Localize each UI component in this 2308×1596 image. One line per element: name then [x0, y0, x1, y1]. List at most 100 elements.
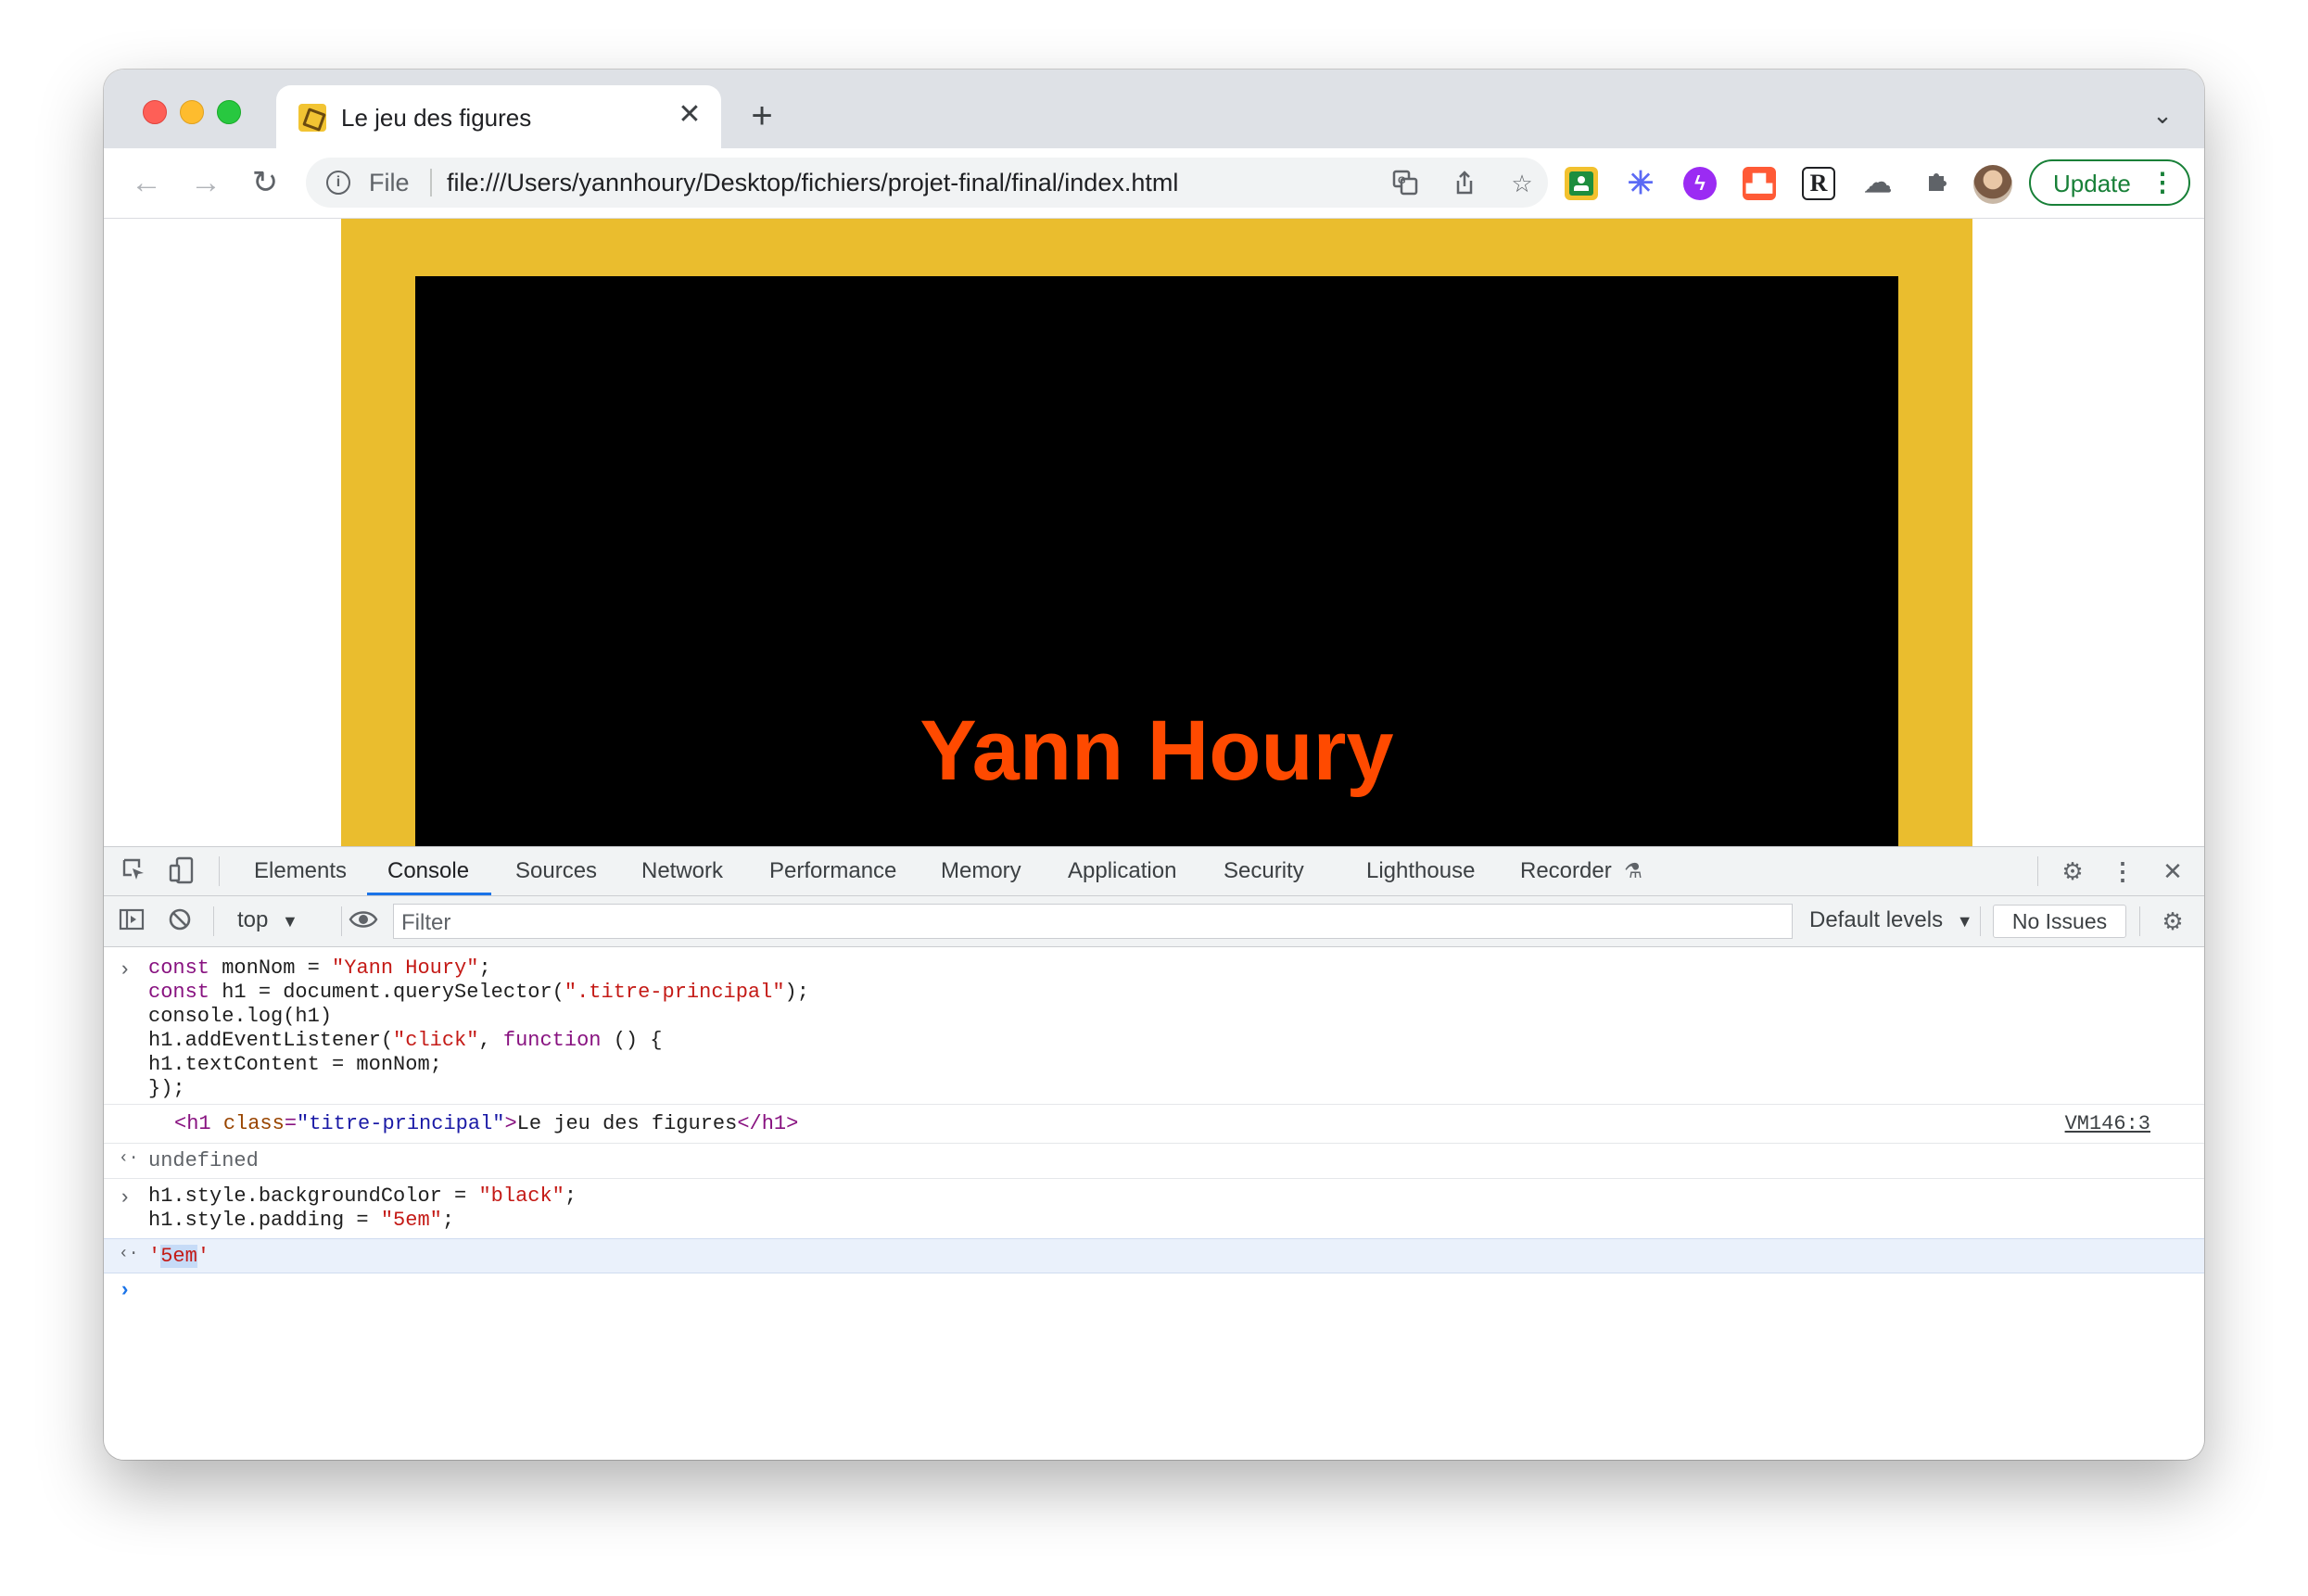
- dropdown-arrow-icon: ▼: [282, 912, 298, 931]
- browser-window: Le jeu des figures ✕ + ⌄ ← → ↻ i File fi…: [104, 70, 2204, 1460]
- inspect-element-icon[interactable]: [119, 856, 148, 886]
- console-log-entry[interactable]: <h1 class="titre-principal">Le jeu des f…: [104, 1105, 2204, 1144]
- tab-title: Le jeu des figures: [341, 104, 532, 132]
- star-icon[interactable]: ☆: [1507, 169, 1537, 198]
- page-viewport: Yann Houry: [104, 219, 2204, 846]
- code-line: console.log(h1): [148, 1005, 333, 1028]
- toolbar-divider: [219, 856, 220, 886]
- chevron-right-icon: ›: [119, 958, 132, 982]
- tab-application[interactable]: Application: [1068, 847, 1176, 895]
- update-label: Update: [2053, 170, 2131, 197]
- title-panel[interactable]: Yann Houry: [415, 276, 1898, 846]
- lightning-extension-icon[interactable]: ϟ: [1683, 167, 1717, 200]
- log-levels-dropdown[interactable]: Default levels ▼: [1809, 907, 1973, 933]
- close-window-button[interactable]: [143, 100, 167, 124]
- filter-input[interactable]: Filter: [393, 904, 1793, 939]
- issues-button[interactable]: No Issues: [1993, 905, 2126, 938]
- browser-toolbar: ← → ↻ i File file:///Users/yannhoury/Des…: [104, 148, 2204, 219]
- chevron-right-icon: ›: [119, 1279, 132, 1302]
- page-frame: Yann Houry: [341, 219, 1972, 846]
- reload-icon[interactable]: ↻: [245, 162, 285, 203]
- tab-console[interactable]: Console: [387, 847, 469, 895]
- gear-icon[interactable]: ⚙: [2058, 856, 2087, 886]
- more-vertical-icon[interactable]: ⋮: [2149, 167, 2175, 198]
- toolbar-divider: [2037, 856, 2038, 886]
- source-link[interactable]: VM146:3: [2065, 1112, 2150, 1135]
- code-line: h1.style.backgroundColor = "black";: [148, 1184, 577, 1208]
- console-result-entry[interactable]: ‹· '5em': [104, 1238, 2204, 1273]
- puzzle-icon[interactable]: [1921, 167, 1954, 200]
- info-icon[interactable]: i: [326, 171, 350, 195]
- browser-tab[interactable]: Le jeu des figures ✕: [276, 85, 721, 148]
- update-button[interactable]: Update ⋮: [2029, 159, 2190, 206]
- tab-performance[interactable]: Performance: [769, 847, 896, 895]
- svg-text:G: G: [1398, 175, 1406, 186]
- code-line: });: [148, 1077, 185, 1100]
- code-line: h1.textContent = monNom;: [148, 1053, 442, 1076]
- console-input-entry[interactable]: › h1.style.backgroundColor = "black"; h1…: [104, 1179, 2204, 1238]
- console-input-entry[interactable]: › const monNom = "Yann Houry"; const h1 …: [104, 947, 2204, 1105]
- minimize-window-button[interactable]: [180, 100, 204, 124]
- factory-extension-icon[interactable]: ▟▙: [1743, 167, 1776, 200]
- back-arrow-icon[interactable]: ←: [126, 162, 167, 203]
- eye-icon[interactable]: [349, 906, 378, 936]
- tab-strip: Le jeu des figures ✕ + ⌄: [104, 70, 2204, 148]
- cloud-icon[interactable]: ☁: [1861, 167, 1895, 200]
- forward-arrow-icon[interactable]: →: [185, 162, 226, 203]
- r-extension-icon[interactable]: R: [1802, 167, 1835, 200]
- return-arrow-icon: ‹·: [119, 1149, 139, 1168]
- share-icon[interactable]: [1450, 169, 1479, 198]
- chevron-down-icon[interactable]: ⌄: [2149, 101, 2176, 129]
- context-label: top: [237, 907, 269, 932]
- close-icon[interactable]: ✕: [673, 98, 706, 132]
- result-text: undefined: [148, 1149, 259, 1172]
- code-line: const monNom = "Yann Houry";: [148, 956, 491, 980]
- dropdown-arrow-icon: ▼: [1956, 912, 1973, 931]
- console-result-entry: ‹· undefined: [104, 1144, 2204, 1179]
- return-arrow-icon: ‹·: [119, 1245, 139, 1263]
- maximize-window-button[interactable]: [217, 100, 241, 124]
- favicon-icon: [298, 104, 326, 132]
- omnibox-divider: [430, 169, 432, 196]
- devtools-panel: Elements Console Sources Network Perform…: [104, 846, 2204, 1460]
- url-text[interactable]: file:///Users/yannhoury/Desktop/fichiers…: [447, 169, 1178, 197]
- tab-sources[interactable]: Sources: [515, 847, 597, 895]
- console-settings-gear-icon[interactable]: ⚙: [2158, 906, 2188, 936]
- code-line: <h1 class="titre-principal">Le jeu des f…: [174, 1112, 799, 1135]
- toolbar-divider: [2139, 906, 2140, 936]
- tab-network[interactable]: Network: [641, 847, 723, 895]
- code-line: h1.style.padding = "5em";: [148, 1209, 455, 1232]
- asterisk-extension-icon[interactable]: ✳: [1624, 167, 1657, 200]
- tab-lighthouse[interactable]: Lighthouse: [1366, 847, 1475, 895]
- flask-icon: ⚗: [1624, 859, 1642, 882]
- console-output[interactable]: › const monNom = "Yann Houry"; const h1 …: [104, 947, 2204, 1460]
- avatar[interactable]: [1973, 165, 2012, 204]
- classroom-extension-icon[interactable]: [1565, 167, 1598, 200]
- devtools-tab-bar: Elements Console Sources Network Perform…: [104, 847, 2204, 896]
- toolbar-divider: [341, 906, 342, 936]
- console-prompt[interactable]: ›: [104, 1273, 2204, 1311]
- chevron-right-icon: ›: [119, 1186, 132, 1210]
- context-selector[interactable]: top ▼: [237, 907, 298, 933]
- code-line: h1.addEventListener("click", function ()…: [148, 1029, 663, 1052]
- code-line: '5em': [148, 1245, 210, 1268]
- close-devtools-icon[interactable]: ✕: [2158, 856, 2188, 886]
- translate-icon[interactable]: G: [1390, 169, 1420, 198]
- toolbar-divider: [1980, 906, 1981, 936]
- more-vertical-icon[interactable]: ⋮: [2108, 856, 2137, 886]
- tab-memory[interactable]: Memory: [941, 847, 1021, 895]
- device-toolbar-icon[interactable]: [167, 856, 197, 886]
- log-levels-label: Default levels: [1809, 907, 1944, 932]
- address-bar[interactable]: i File file:///Users/yannhoury/Desktop/f…: [306, 158, 1548, 208]
- tab-security[interactable]: Security: [1224, 847, 1304, 895]
- tab-recorder[interactable]: Recorder: [1520, 847, 1612, 895]
- page-heading[interactable]: Yann Houry: [415, 703, 1898, 800]
- scheme-label: File: [369, 169, 410, 196]
- console-toolbar: top ▼ Filter Default levels ▼ No Issues …: [104, 896, 2204, 947]
- plus-icon[interactable]: +: [743, 97, 780, 136]
- toolbar-divider: [213, 906, 214, 936]
- tab-elements[interactable]: Elements: [254, 847, 347, 895]
- sidebar-toggle-icon[interactable]: [117, 906, 146, 936]
- filter-placeholder: Filter: [401, 910, 451, 935]
- clear-console-icon[interactable]: [165, 906, 195, 936]
